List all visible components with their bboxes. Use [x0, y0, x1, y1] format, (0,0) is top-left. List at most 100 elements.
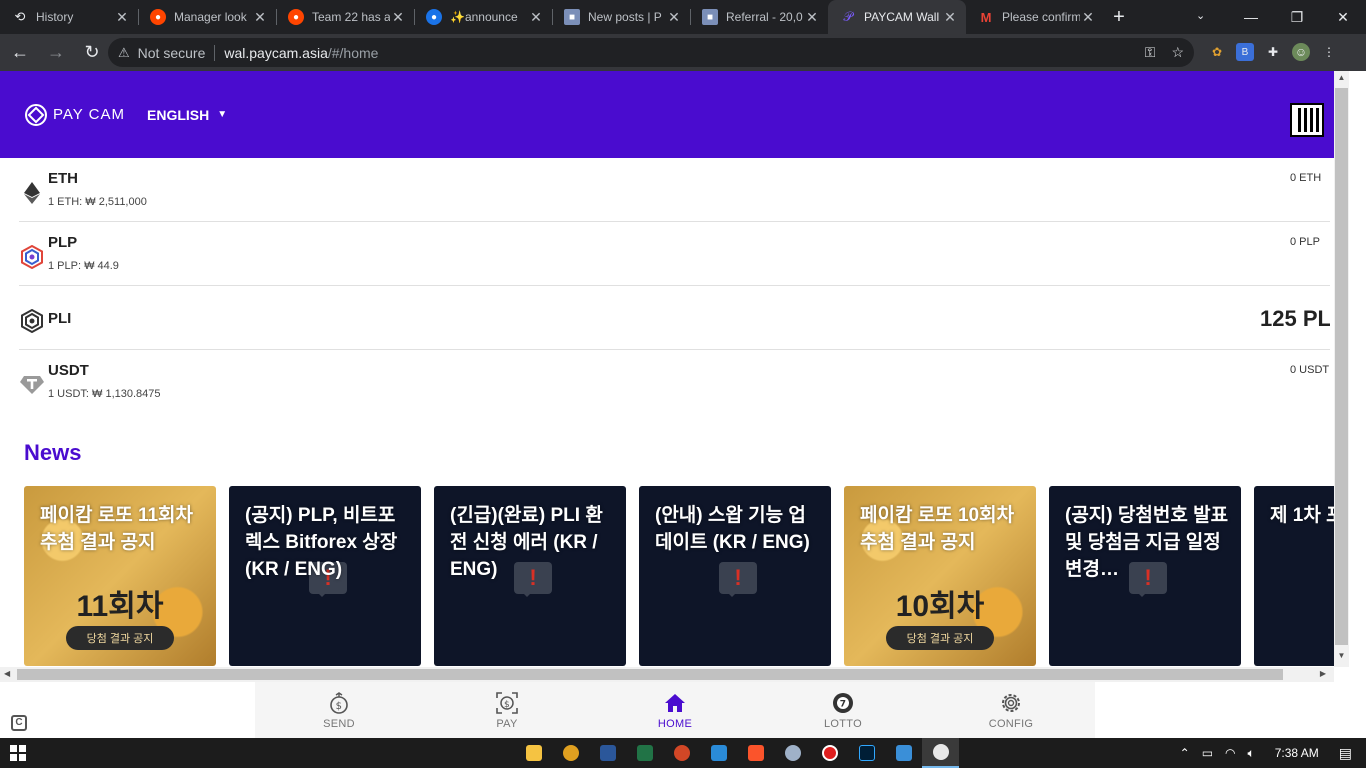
- back-icon[interactable]: ←: [4, 37, 36, 69]
- browser-tab[interactable]: ■ New posts | P ✕: [552, 0, 690, 34]
- profile-avatar-icon[interactable]: ☺: [1292, 43, 1310, 61]
- notification-icon[interactable]: ▤: [1339, 745, 1352, 762]
- browser-tab[interactable]: ● Manager look ✕: [138, 0, 276, 34]
- scroll-down-icon[interactable]: ▼: [1334, 651, 1349, 665]
- battery-icon[interactable]: ▭: [1202, 746, 1213, 760]
- malwarebytes-icon[interactable]: [885, 738, 922, 768]
- tether-icon: [20, 373, 44, 397]
- nav-label: PAY: [496, 717, 518, 730]
- nav-lotto[interactable]: 7 LOTTO: [783, 691, 903, 730]
- coin-row-eth[interactable]: ETH 1 ETH: ₩ 2,511,000 0 ETH: [19, 158, 1330, 222]
- coin-row-pli[interactable]: PLI 125 PLI: [19, 286, 1330, 350]
- news-card[interactable]: 11회차 당첨 결과 공지 페이캄 로또 11회차 추첨 결과 공지: [24, 486, 216, 666]
- brave-icon[interactable]: [737, 738, 774, 768]
- qr-code-icon[interactable]: [1290, 103, 1324, 137]
- gear-icon: [999, 691, 1023, 715]
- menu-dots-icon[interactable]: ⋮: [1320, 43, 1338, 61]
- window-controls: — ❐ ✕: [1228, 0, 1366, 34]
- cloud-icon[interactable]: [774, 738, 811, 768]
- news-card-title: (공지) 당첨번호 발표 및 당첨금 지급 일정 변경…: [1065, 505, 1229, 580]
- scroll-left-icon[interactable]: ◀: [4, 669, 10, 678]
- clock[interactable]: 7:38 AM: [1275, 746, 1319, 760]
- file-explorer-icon[interactable]: [515, 738, 552, 768]
- browser-tab[interactable]: ■ Referral - 20,0 ✕: [690, 0, 828, 34]
- nav-label: HOME: [657, 717, 693, 730]
- news-card-title: (긴급)(완료) PLI 환전 신청 에러 (KR / ENG): [450, 505, 603, 580]
- forward-icon[interactable]: →: [40, 37, 72, 69]
- windows-start-icon[interactable]: [0, 738, 36, 768]
- tab-search-icon[interactable]: ⌄: [1196, 9, 1216, 27]
- tab-title: Manager look: [174, 10, 247, 24]
- browser-tab-active[interactable]: 𝒫 PAYCAM Wall ✕: [828, 0, 966, 34]
- page-gutter: [1349, 71, 1366, 682]
- close-tab-icon[interactable]: ✕: [528, 9, 544, 26]
- bookmark-star-icon[interactable]: ☆: [1171, 44, 1184, 61]
- tab-title: New posts | P: [588, 10, 662, 24]
- chrome-active-icon[interactable]: [922, 738, 959, 768]
- reddit-icon: ●: [288, 9, 304, 25]
- chevron-up-icon[interactable]: ⌃: [1180, 746, 1190, 760]
- coin-row-usdt[interactable]: USDT 1 USDT: ₩ 1,130.8475 0 USDT: [19, 350, 1330, 414]
- svg-text:$: $: [336, 701, 343, 712]
- horizontal-scrollbar[interactable]: ◀ ▶: [0, 667, 1334, 682]
- minimize-icon[interactable]: —: [1228, 0, 1274, 34]
- key-icon[interactable]: ⚿: [1145, 44, 1156, 61]
- url-text: wal.paycam.asia/#/home: [224, 45, 378, 61]
- nav-pay[interactable]: $ PAY: [447, 691, 567, 730]
- close-tab-icon[interactable]: ✕: [390, 9, 406, 26]
- browser-tab[interactable]: ● Team 22 has a ✕: [276, 0, 414, 34]
- tab-title: ✨announce: [450, 10, 518, 24]
- news-card[interactable]: ! (긴급)(완료) PLI 환전 신청 에러 (KR / ENG): [434, 486, 626, 666]
- shield-extension-icon[interactable]: B: [1236, 43, 1254, 61]
- svg-text:7: 7: [840, 699, 847, 709]
- puzzle-extensions-icon[interactable]: ✚: [1264, 43, 1282, 61]
- scrollbar-thumb[interactable]: [17, 669, 1283, 680]
- news-card[interactable]: ! (공지) PLP, 비트포렉스 Bitforex 상장 (KR / ENG): [229, 486, 421, 666]
- scroll-right-icon[interactable]: ▶: [1320, 669, 1326, 678]
- close-tab-icon[interactable]: ✕: [114, 9, 130, 26]
- address-bar[interactable]: ⚠ Not secure wal.paycam.asia/#/home ⚿ ☆: [108, 38, 1194, 67]
- reload-icon[interactable]: ↻: [76, 37, 108, 69]
- gmail-icon: M: [980, 9, 992, 25]
- browser-tab[interactable]: ⟲ History ✕: [0, 0, 138, 34]
- wifi-icon[interactable]: ◠: [1225, 746, 1235, 760]
- photoshop-icon[interactable]: [848, 738, 885, 768]
- url-path: /#/home: [327, 44, 379, 61]
- plp-icon: [20, 245, 44, 269]
- close-tab-icon[interactable]: ✕: [666, 9, 682, 26]
- excel-icon[interactable]: [626, 738, 663, 768]
- close-tab-icon[interactable]: ✕: [1080, 9, 1096, 26]
- browser-tab[interactable]: ● ✨announce ✕: [414, 0, 552, 34]
- scroll-up-icon[interactable]: ▲: [1334, 73, 1349, 87]
- close-window-icon[interactable]: ✕: [1320, 0, 1366, 34]
- record-icon[interactable]: [811, 738, 848, 768]
- paycam-icon: 𝒫: [843, 9, 853, 24]
- paycam-logo[interactable]: PAY CAM: [25, 103, 125, 126]
- vscode-icon[interactable]: [700, 738, 737, 768]
- language-selector[interactable]: ENGLISH ▼: [147, 107, 227, 123]
- news-heading: News: [24, 440, 82, 465]
- close-tab-icon[interactable]: ✕: [942, 9, 958, 26]
- news-card[interactable]: ! (공지) 당첨번호 발표 및 당첨금 지급 일정 변경…: [1049, 486, 1241, 666]
- chrome-icon[interactable]: [552, 738, 589, 768]
- close-tab-icon[interactable]: ✕: [252, 9, 268, 26]
- coin-row-plp[interactable]: PLP 1 PLP: ₩ 44.9 0 PLP: [19, 222, 1330, 286]
- cube-icon: ■: [702, 9, 718, 25]
- coin-rate: 1 PLP: ₩ 44.9: [48, 260, 119, 272]
- restore-icon[interactable]: ❐: [1274, 0, 1320, 34]
- news-card[interactable]: 10회차 당첨 결과 공지 페이캄 로또 10회차 추첨 결과 공지: [844, 486, 1036, 666]
- browser-tab[interactable]: M Please confirm ✕: [966, 0, 1104, 34]
- volume-icon[interactable]: 🔈︎: [1248, 746, 1255, 761]
- new-tab-button[interactable]: +: [1104, 0, 1134, 34]
- vertical-scrollbar[interactable]: ▲ ▼: [1334, 71, 1349, 667]
- news-card[interactable]: ! (안내) 스왑 기능 업데이트 (KR / ENG): [639, 486, 831, 666]
- nav-send[interactable]: $ SEND: [279, 691, 399, 730]
- scrollbar-thumb[interactable]: [1335, 88, 1348, 645]
- extensions-area: ✿ B ✚ ☺ ⋮: [1208, 43, 1338, 61]
- nav-config[interactable]: CONFIG: [951, 691, 1071, 730]
- close-tab-icon[interactable]: ✕: [804, 9, 820, 26]
- cookie-extension-icon[interactable]: ✿: [1208, 43, 1226, 61]
- word-icon[interactable]: [589, 738, 626, 768]
- nav-home[interactable]: HOME: [615, 691, 735, 730]
- powerpoint-icon[interactable]: [663, 738, 700, 768]
